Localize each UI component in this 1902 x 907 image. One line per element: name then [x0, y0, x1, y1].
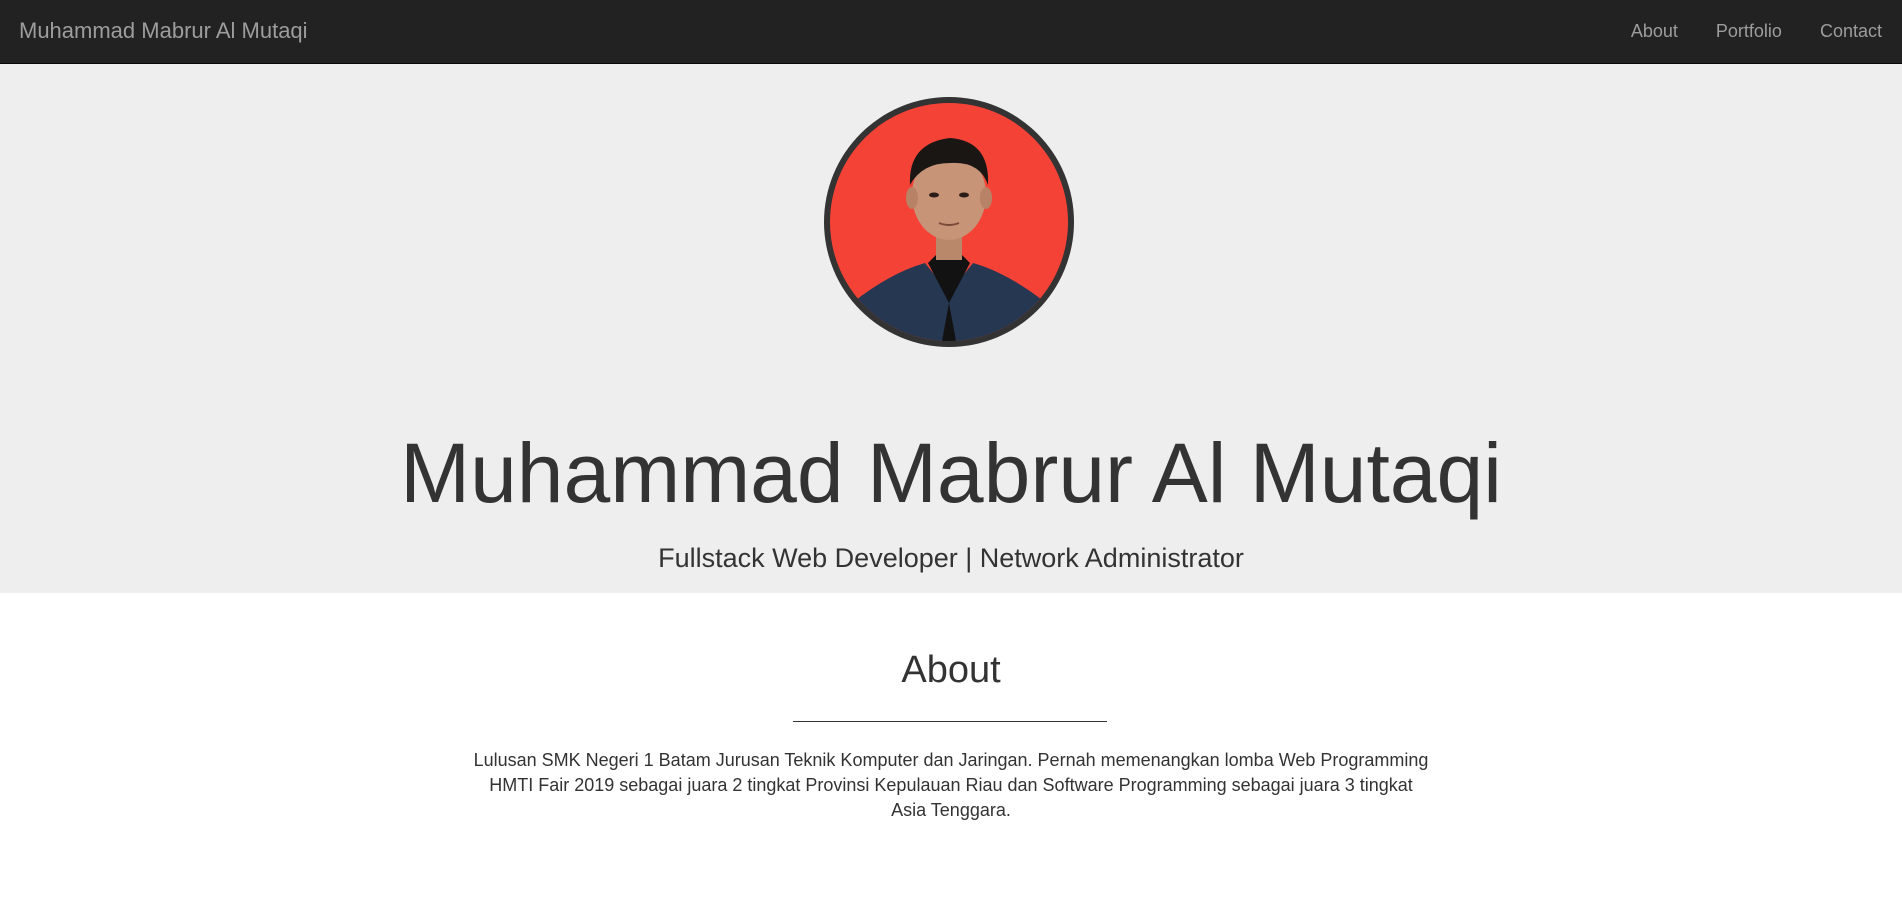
avatar	[824, 97, 1074, 347]
top-navbar: Muhammad Mabrur Al Mutaqi About Portfoli…	[0, 0, 1902, 64]
nav-link-contact[interactable]: Contact	[1820, 21, 1882, 42]
profile-photo-icon	[830, 103, 1068, 341]
about-title: About	[901, 649, 1001, 691]
hero-section: Muhammad Mabrur Al Mutaqi Fullstack Web …	[0, 64, 1902, 593]
hero-name: Muhammad Mabrur Al Mutaqi	[400, 426, 1502, 520]
nav-link-portfolio[interactable]: Portfolio	[1716, 21, 1782, 42]
about-section: About Lulusan SMK Negeri 1 Batam Jurusan…	[0, 593, 1902, 907]
hero-subtitle: Fullstack Web Developer | Network Admini…	[658, 543, 1244, 573]
nav-link-about[interactable]: About	[1631, 21, 1678, 42]
nav-links: About Portfolio Contact	[1593, 0, 1882, 62]
about-text: Lulusan SMK Negeri 1 Batam Jurusan Tekni…	[473, 750, 1429, 820]
brand-link[interactable]: Muhammad Mabrur Al Mutaqi	[19, 0, 308, 62]
about-divider	[793, 721, 1107, 722]
